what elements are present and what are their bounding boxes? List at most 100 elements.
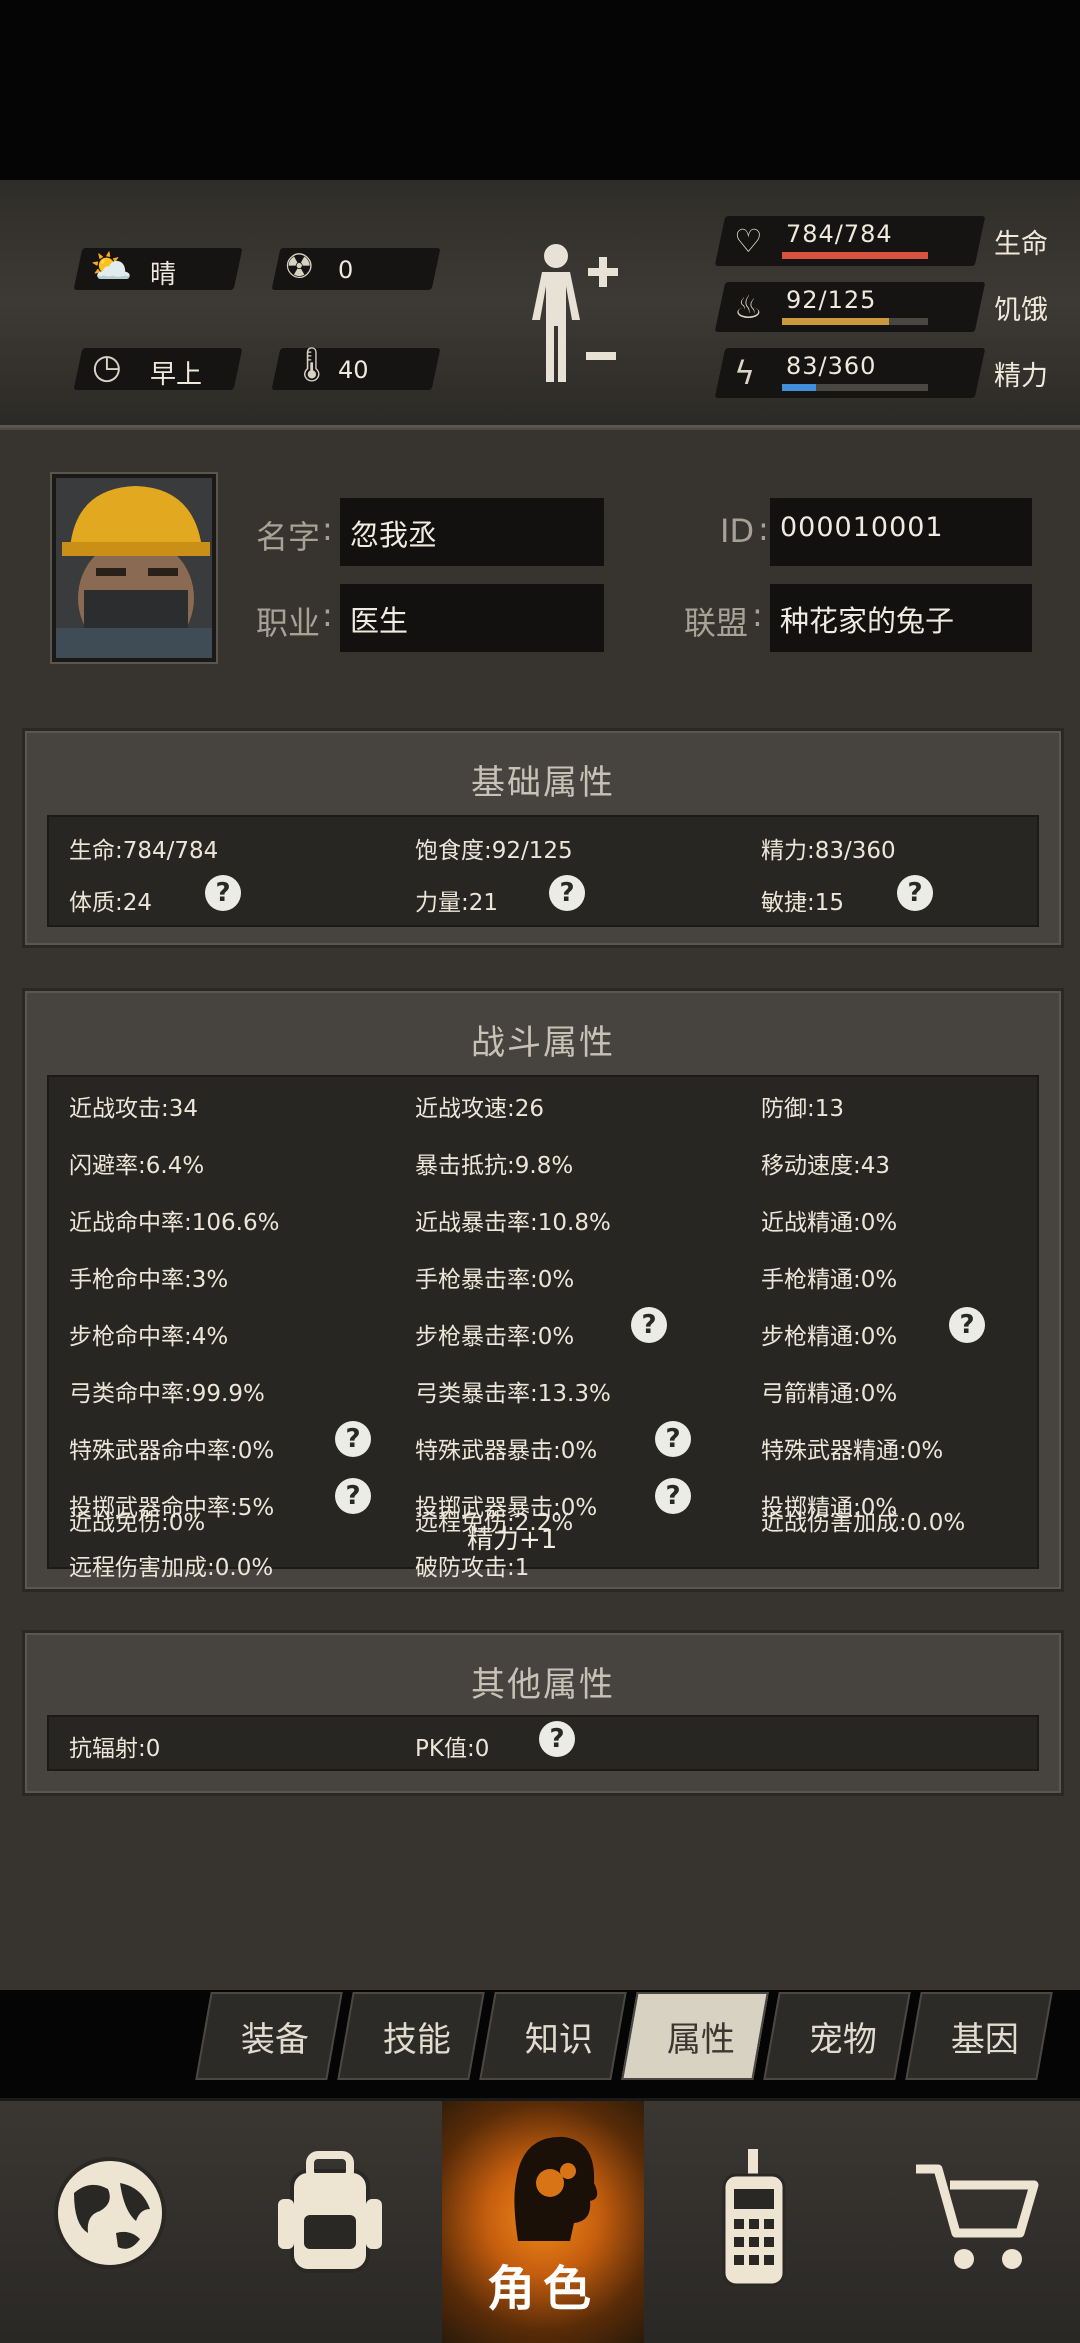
basic-attributes-title: 基础属性: [471, 763, 615, 803]
attr-special-mastery: 特殊武器精通:0%: [761, 1438, 944, 1464]
other-attributes-section: 其他属性 抗辐射:0 PK值:0 ?: [22, 1630, 1064, 1796]
tab-pets[interactable]: 宠物: [763, 1992, 911, 2080]
vital-hunger: ♨ 92/125 饥饿: [714, 282, 1060, 334]
nav-world[interactable]: [0, 2101, 220, 2343]
energy-bar: [782, 384, 928, 391]
attr-melee-dmg-bonus: 近战伤害加成:0.0%: [761, 1510, 966, 1536]
nav-character[interactable]: 角色: [442, 2101, 644, 2343]
tab-genes[interactable]: 基因: [905, 1992, 1053, 2080]
vital-health: ♡ 784/784 生命: [714, 216, 1060, 268]
heart-icon: ♡: [734, 222, 763, 260]
floating-gain-text: 精力+1: [467, 1525, 558, 1555]
attr-rifle-mastery: 步枪精通:0%: [761, 1324, 898, 1350]
basic-attributes-section: 基础属性 生命:784/784 饱食度:92/125 精力:83/360 体质:…: [22, 728, 1064, 948]
energy-icon: ϟ: [734, 354, 756, 392]
attr-melee-hit: 近战命中率:106.6%: [69, 1210, 280, 1236]
help-rifle-mastery-icon[interactable]: ?: [949, 1307, 985, 1343]
attr-melee-speed: 近战攻速:26: [415, 1096, 545, 1122]
head-silhouette-icon: [514, 2136, 598, 2241]
thermometer-icon: 🌡: [290, 345, 334, 385]
nav-character-label: 角色: [486, 2261, 599, 2317]
attr-radiation-resist: 抗辐射:0: [69, 1736, 161, 1762]
weather-text: 晴: [150, 260, 177, 290]
globe-icon: [54, 2157, 166, 2269]
health-bar: [782, 252, 928, 259]
other-attributes-title: 其他属性: [471, 1665, 615, 1705]
tab-skills[interactable]: 技能: [337, 1992, 485, 2080]
tab-attributes[interactable]: 属性: [621, 1992, 769, 2080]
attr-special-hit: 特殊武器命中率:0%: [69, 1438, 275, 1464]
shopping-cart-icon: [916, 2164, 1039, 2269]
attr-melee-attack: 近战攻击:34: [69, 1096, 199, 1122]
time-text: 早上: [150, 360, 203, 390]
attr-bow-mastery: 弓箭精通:0%: [761, 1381, 898, 1407]
attr-melee-mastery: 近战精通:0%: [761, 1210, 898, 1236]
attr-bow-crit: 弓类暴击率:13.3%: [415, 1381, 611, 1407]
help-special-hit-icon[interactable]: ?: [335, 1421, 371, 1457]
alliance-label: 联盟: [684, 604, 749, 642]
walkie-talkie-icon: [722, 2149, 786, 2287]
name-label: 名字: [256, 518, 321, 556]
avatar[interactable]: [52, 474, 216, 662]
help-rifle-crit-icon[interactable]: ?: [631, 1307, 667, 1343]
combat-attributes-section: 战斗属性 近战攻击:34 近战攻速:26 防御:13 闪避率:6.4% 暴击抵抗…: [22, 988, 1064, 1592]
radiation-icon: ☢: [284, 247, 315, 287]
attr-melee-crit: 近战暴击率:10.8%: [415, 1210, 611, 1236]
attr-strength: 力量:21: [415, 890, 499, 916]
attr-pk-value: PK值:0: [415, 1736, 490, 1762]
help-throw-hit-icon[interactable]: ?: [335, 1478, 371, 1514]
attr-pistol-hit: 手枪命中率:3%: [69, 1267, 229, 1293]
help-constitution-icon[interactable]: ?: [205, 875, 241, 911]
help-agility-icon[interactable]: ?: [897, 875, 933, 911]
attr-rifle-crit: 步枪暴击率:0%: [415, 1324, 575, 1350]
character-attributes-panel: 名字 : 忽我丞 职业 : 医生 ID : 000010001 联盟 : 种花家…: [0, 428, 1080, 1990]
attr-ranged-dmg-bonus: 远程伤害加成:0.0%: [69, 1555, 274, 1581]
backpack-icon: [278, 2151, 382, 2273]
job-field: 医生: [340, 584, 604, 652]
name-field: 忽我丞: [340, 498, 604, 566]
other-attributes-list: 抗辐射:0 PK值:0 ?: [47, 1715, 1039, 1771]
combat-attributes-list: 近战攻击:34 近战攻速:26 防御:13 闪避率:6.4% 暴击抵抗:9.8%…: [47, 1075, 1039, 1569]
id-label: ID: [720, 512, 755, 550]
cloud-sun-icon: ⛅: [90, 247, 133, 287]
nav-radio[interactable]: [644, 2101, 862, 2343]
bottom-navigation: 角色: [0, 2098, 1080, 2343]
attr-energy: 精力:83/360: [761, 838, 896, 864]
stomach-icon: ♨: [734, 288, 763, 326]
radiation-value: 0: [338, 256, 354, 284]
attr-dodge: 闪避率:6.4%: [69, 1153, 205, 1179]
attribute-tabs: 装备 技能 知识 属性 宠物 基因: [195, 1992, 1075, 2080]
attr-pistol-crit: 手枪暴击率:0%: [415, 1267, 575, 1293]
help-strength-icon[interactable]: ?: [549, 875, 585, 911]
attr-health: 生命:784/784: [69, 838, 219, 864]
tab-equipment[interactable]: 装备: [195, 1992, 343, 2080]
hunger-bar: [782, 318, 928, 325]
vital-energy: ϟ 83/360 精力: [714, 348, 1060, 400]
help-special-crit-icon[interactable]: ?: [655, 1421, 691, 1457]
status-bar: ⛅ 晴 ☢ 0 ◷ 早上 🌡 40 ♡ 784/784 生命 ♨ 92/125 …: [0, 180, 1080, 428]
attr-agility: 敏捷:15: [761, 890, 845, 916]
attr-move-speed: 移动速度:43: [761, 1153, 891, 1179]
attr-defense: 防御:13: [761, 1096, 845, 1122]
body-figure-icon[interactable]: [520, 240, 630, 390]
attr-satiety: 饱食度:92/125: [415, 838, 573, 864]
id-field: 000010001: [770, 498, 1032, 566]
job-label: 职业: [256, 604, 321, 642]
attr-constitution: 体质:24: [69, 890, 153, 916]
clock-icon: ◷: [92, 347, 122, 387]
attr-pistol-mastery: 手枪精通:0%: [761, 1267, 898, 1293]
attr-crit-resist: 暴击抵抗:9.8%: [415, 1153, 574, 1179]
help-throw-crit-icon[interactable]: ?: [655, 1478, 691, 1514]
nav-shop[interactable]: [862, 2101, 1080, 2343]
attr-bow-hit: 弓类命中率:99.9%: [69, 1381, 265, 1407]
alliance-field: 种花家的兔子: [770, 584, 1032, 652]
attr-special-crit: 特殊武器暴击:0%: [415, 1438, 598, 1464]
temperature-value: 40: [338, 356, 369, 384]
basic-attributes-list: 生命:784/784 饱食度:92/125 精力:83/360 体质:24 ? …: [47, 815, 1039, 927]
help-pk-icon[interactable]: ?: [539, 1721, 575, 1757]
nav-backpack[interactable]: [220, 2101, 442, 2343]
tab-knowledge[interactable]: 知识: [479, 1992, 627, 2080]
combat-attributes-title: 战斗属性: [471, 1023, 615, 1063]
attr-rifle-hit: 步枪命中率:4%: [69, 1324, 229, 1350]
attr-melee-dmg-reduction: 近战免伤:0%: [69, 1510, 206, 1536]
